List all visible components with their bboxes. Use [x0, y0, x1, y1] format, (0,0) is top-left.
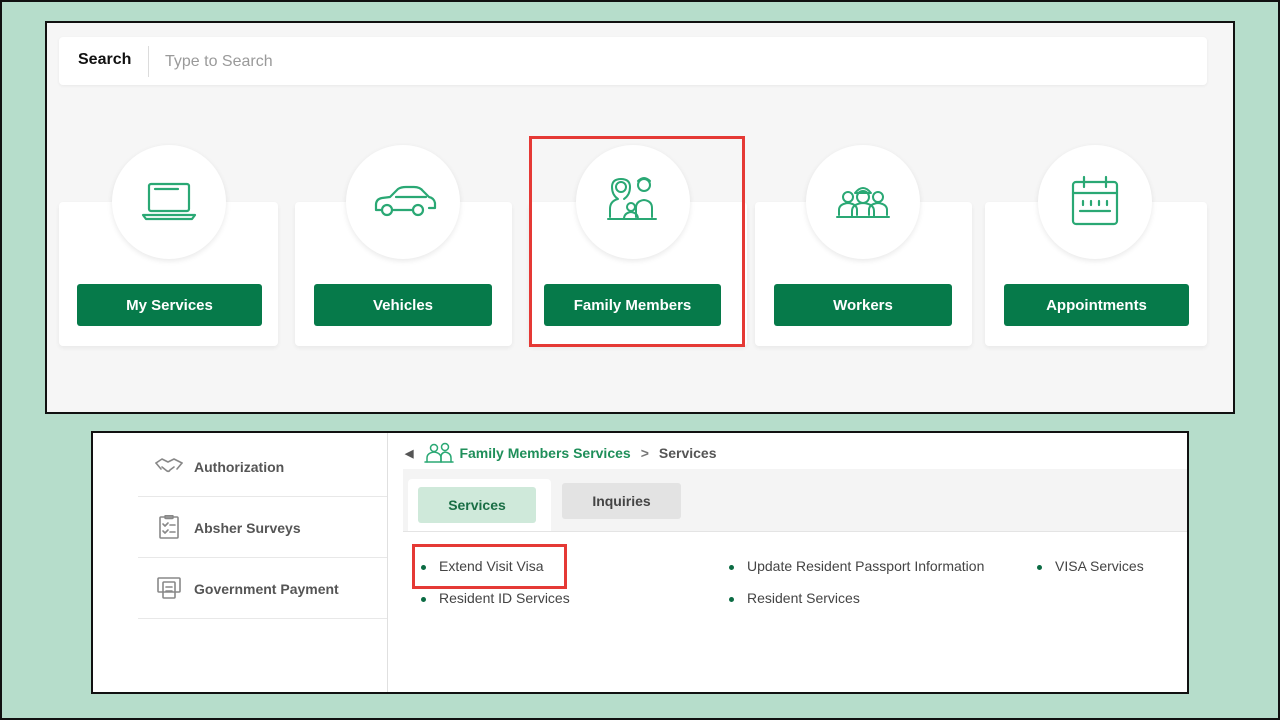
breadcrumb-current: Services [658, 445, 717, 461]
sidebar-item-authorization[interactable]: Authorization [138, 435, 387, 497]
service-link-update-resident-passport[interactable]: Update Resident Passport Information [728, 558, 984, 574]
search-input[interactable] [163, 45, 1167, 79]
sidebar-item-label: Government Payment [194, 581, 339, 597]
search-divider [148, 46, 149, 77]
tab-strip: Services Inquiries [403, 469, 1187, 532]
search-bar: Search [59, 37, 1207, 85]
laptop-icon [112, 145, 226, 259]
service-link-extend-visit-visa[interactable]: Extend Visit Visa [421, 558, 544, 574]
sidebar-item-government-payment[interactable]: Government Payment [138, 557, 387, 619]
breadcrumb: ◀ Family Members Services > Services [405, 441, 716, 465]
tab-inquiries[interactable]: Inquiries [562, 483, 681, 519]
service-link-resident-services[interactable]: Resident Services [729, 590, 860, 606]
sidebar-item-absher-surveys[interactable]: Absher Surveys [138, 496, 387, 558]
survey-icon [159, 515, 179, 539]
family-members-button[interactable]: Family Members [544, 284, 721, 326]
handshake-icon [155, 458, 183, 473]
sidebar-item-label: Absher Surveys [194, 520, 301, 536]
car-icon [346, 145, 460, 259]
sidebar: Authorization Absher Surveys Government … [138, 433, 388, 692]
tab-services[interactable]: Services [418, 487, 536, 523]
calendar-icon [1038, 145, 1152, 259]
vehicles-button[interactable]: Vehicles [314, 284, 492, 326]
back-arrow-icon[interactable]: ◀ [405, 447, 413, 460]
service-link-resident-id-services[interactable]: Resident ID Services [421, 590, 570, 606]
breadcrumb-link-family-members-services[interactable]: Family Members Services [459, 445, 630, 461]
my-services-button[interactable]: My Services [77, 284, 262, 326]
workers-icon [806, 145, 920, 259]
sidebar-item-label: Authorization [194, 459, 285, 475]
payment-icon [157, 577, 181, 599]
search-label: Search [78, 51, 132, 68]
family-members-services-panel: Authorization Absher Surveys Government … [91, 431, 1189, 694]
service-link-visa-services[interactable]: VISA Services [1037, 558, 1144, 574]
breadcrumb-separator: > [640, 445, 649, 461]
family-icon [424, 442, 455, 463]
services-home-panel: Search My Services Vehicles [45, 21, 1235, 414]
appointments-button[interactable]: Appointments [1004, 284, 1189, 326]
workers-button[interactable]: Workers [774, 284, 952, 326]
family-icon [576, 145, 690, 259]
